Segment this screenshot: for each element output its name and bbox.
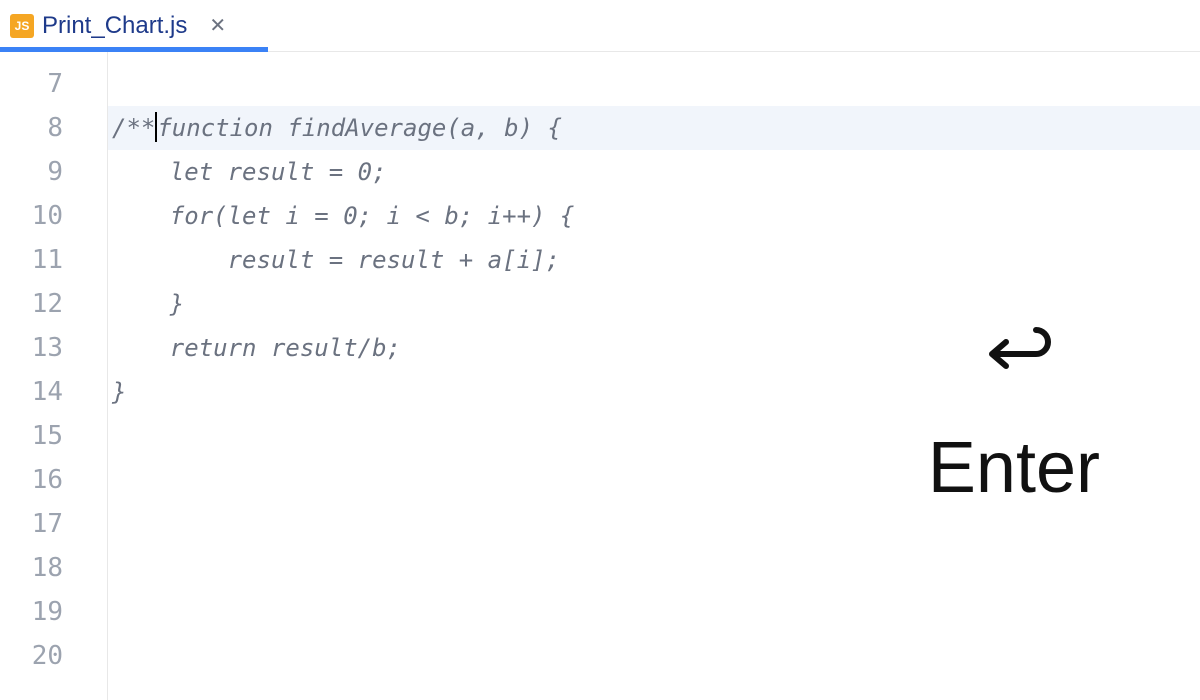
code-line[interactable]: for(let i = 0; i < b; i++) { [108, 194, 1200, 238]
code-line[interactable] [108, 634, 1200, 678]
text-cursor [155, 112, 157, 142]
line-number: 17 [0, 502, 107, 546]
keyboard-hint-label: Enter [928, 427, 1100, 509]
line-number: 11 [0, 238, 107, 282]
line-number: 8 [0, 106, 107, 150]
js-file-icon: JS [10, 14, 34, 38]
code-line[interactable] [108, 62, 1200, 106]
line-number: 18 [0, 546, 107, 590]
line-number: 7 [0, 62, 107, 106]
tab-bar: JS Print_Chart.js ✕ [0, 0, 1200, 52]
code-line[interactable]: /**function findAverage(a, b) { [108, 106, 1200, 150]
line-number: 16 [0, 458, 107, 502]
line-number: 10 [0, 194, 107, 238]
code-line[interactable] [108, 546, 1200, 590]
file-tab[interactable]: JS Print_Chart.js ✕ [0, 0, 238, 51]
keyboard-hint-overlay: Enter [928, 320, 1100, 509]
tab-filename: Print_Chart.js [42, 12, 187, 40]
gutter: 7 8 9 10 11 12 13 14 15 16 17 18 19 20 [0, 52, 108, 700]
line-number: 9 [0, 150, 107, 194]
line-number: 19 [0, 590, 107, 634]
line-number: 15 [0, 414, 107, 458]
code-line[interactable]: let result = 0; [108, 150, 1200, 194]
line-number: 20 [0, 634, 107, 678]
code-line[interactable]: result = result + a[i]; [108, 238, 1200, 282]
line-number: 14 [0, 370, 107, 414]
enter-key-icon [974, 320, 1054, 407]
code-line[interactable] [108, 590, 1200, 634]
close-tab-icon[interactable]: ✕ [209, 13, 226, 38]
line-number: 13 [0, 326, 107, 370]
line-number: 12 [0, 282, 107, 326]
